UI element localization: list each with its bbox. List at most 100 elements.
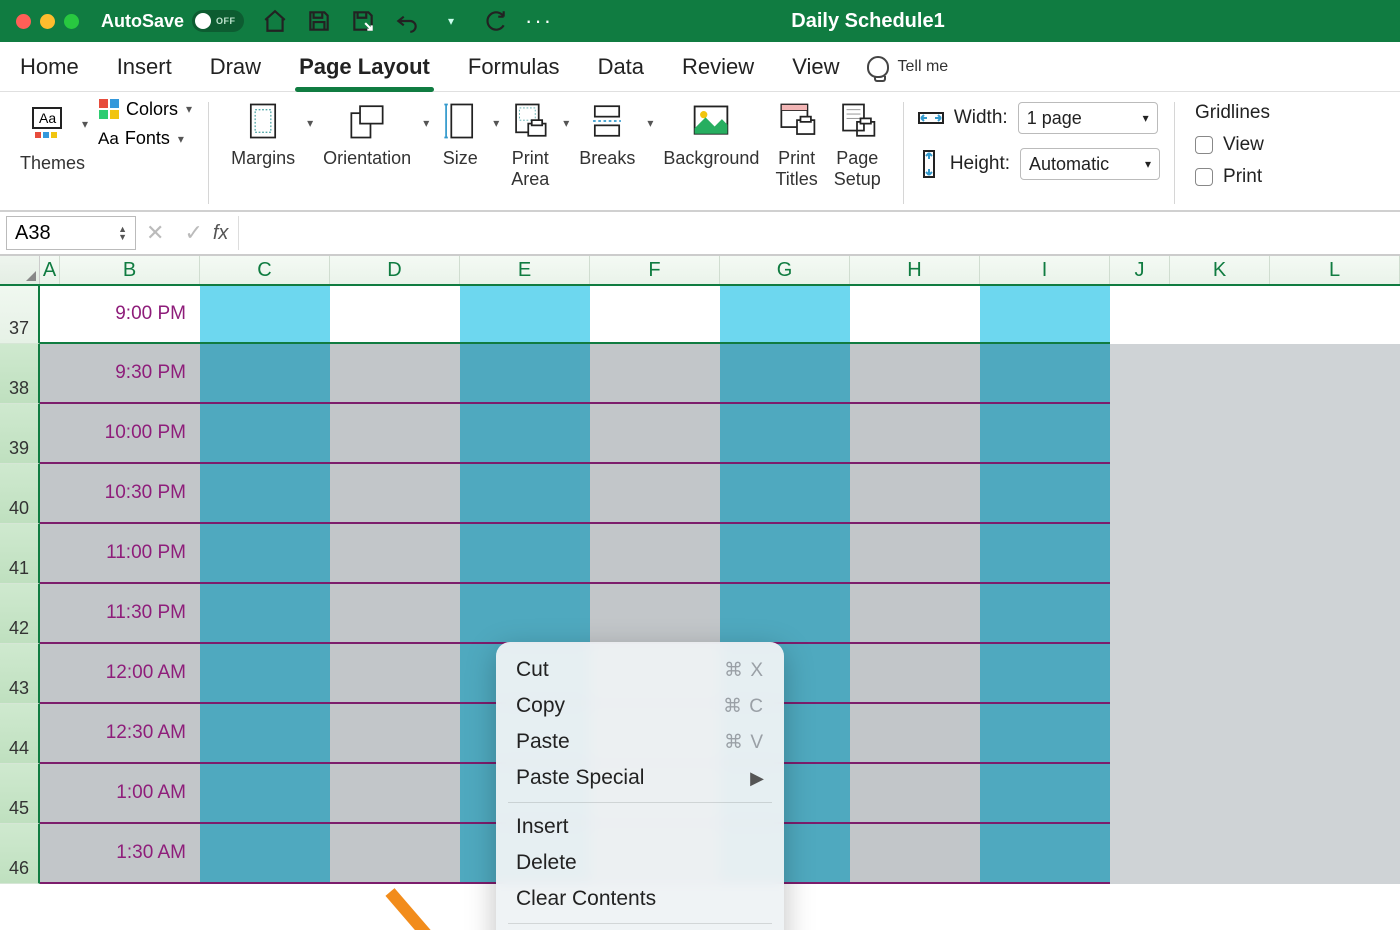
col-header-C[interactable]: C [200,256,330,284]
time-cell[interactable]: 12:30 AM [60,704,200,762]
quick-access-toolbar: ▾ ··· [262,8,552,34]
row-header[interactable]: 44 [0,704,40,764]
size-button[interactable]: Size [433,98,487,171]
menu-insert[interactable]: Insert [496,809,784,845]
col-header-G[interactable]: G [720,256,850,284]
row-header[interactable]: 42 [0,584,40,644]
scale-to-fit-group: Width: 1 page▾ Height: Automatic▾ [910,98,1168,208]
more-icon[interactable]: ··· [526,8,552,34]
themes-button[interactable]: Aa [20,101,74,147]
home-icon[interactable] [262,8,288,34]
formula-bar: A38 ▲▼ ✕ ✓ fx [0,212,1400,256]
row-header[interactable]: 38 [0,344,40,404]
menu-delete[interactable]: Delete [496,845,784,881]
select-all-corner[interactable] [0,256,40,284]
tab-insert[interactable]: Insert [107,48,182,86]
annotation-arrow [380,882,540,930]
col-header-A[interactable]: A [40,256,60,284]
background-button[interactable]: Background [657,98,765,171]
breaks-button[interactable]: Breaks [573,98,641,171]
tab-formulas[interactable]: Formulas [458,48,570,86]
undo-dropdown-icon[interactable]: ▾ [438,8,464,34]
col-header-H[interactable]: H [850,256,980,284]
tab-home[interactable]: Home [10,48,89,86]
col-header-K[interactable]: K [1170,256,1270,284]
table-row[interactable]: 39 10:00 PM [0,404,1400,464]
formula-input[interactable] [238,216,1400,250]
autosave-toggle[interactable]: AutoSave OFF [101,10,244,32]
themes-label: Themes [20,153,85,174]
time-cell[interactable]: 10:00 PM [60,404,200,462]
row-header[interactable]: 37 [0,286,40,344]
ribbon-tabs: Home Insert Draw Page Layout Formulas Da… [0,42,1400,92]
svg-text:Aa: Aa [39,110,56,126]
menu-paste[interactable]: Paste⌘ V [496,724,784,760]
save-icon[interactable] [306,8,332,34]
tab-page-layout[interactable]: Page Layout [289,48,440,86]
tab-review[interactable]: Review [672,48,764,86]
table-row[interactable]: 41 11:00 PM [0,524,1400,584]
table-row[interactable]: 38 9:30 PM [0,344,1400,404]
table-row[interactable]: 40 10:30 PM [0,464,1400,524]
minimize-window-button[interactable] [40,14,55,29]
row-header[interactable]: 43 [0,644,40,704]
col-header-B[interactable]: B [60,256,200,284]
close-window-button[interactable] [16,14,31,29]
tab-view[interactable]: View [782,48,849,86]
table-row[interactable]: 42 11:30 PM [0,584,1400,644]
bulb-icon [867,56,889,78]
undo-icon[interactable] [394,8,420,34]
menu-copy[interactable]: Copy⌘ C [496,688,784,724]
time-cell[interactable]: 1:00 AM [60,764,200,822]
tab-data[interactable]: Data [588,48,654,86]
width-label: Width: [954,107,1008,129]
col-header-J[interactable]: J [1110,256,1170,284]
time-cell[interactable]: 9:30 PM [60,344,200,402]
dropdown-icon[interactable]: ▾ [82,117,88,131]
row-header[interactable]: 41 [0,524,40,584]
time-cell[interactable]: 1:30 AM [60,824,200,882]
width-select[interactable]: 1 page▾ [1018,102,1158,134]
gridlines-view-checkbox[interactable]: View [1195,134,1270,156]
col-header-F[interactable]: F [590,256,720,284]
col-header-D[interactable]: D [330,256,460,284]
row-header[interactable]: 40 [0,464,40,524]
time-cell[interactable]: 10:30 PM [60,464,200,522]
ribbon: Aa ▾ Colors▾ Aa Fonts▾ Themes Margins ▾ [0,92,1400,212]
menu-cut[interactable]: Cut⌘ X [496,652,784,688]
time-cell[interactable]: 11:30 PM [60,584,200,642]
menu-paste-special[interactable]: Paste Special▶ [496,760,784,796]
print-titles-button[interactable]: Print Titles [769,98,823,192]
cancel-icon[interactable]: ✕ [146,220,164,246]
tell-me-search[interactable]: Tell me [867,56,948,78]
gridlines-group: Gridlines View Print [1181,98,1270,208]
row-header[interactable]: 45 [0,764,40,824]
col-header-L[interactable]: L [1270,256,1400,284]
time-cell[interactable]: 9:00 PM [60,286,200,342]
save-as-icon[interactable] [350,8,376,34]
autosave-label: AutoSave [101,11,184,32]
fx-icon[interactable]: fx [213,222,229,245]
maximize-window-button[interactable] [64,14,79,29]
document-title: Daily Schedule1 [791,10,944,33]
colors-button[interactable]: Colors▾ [98,98,192,120]
time-cell[interactable]: 11:00 PM [60,524,200,582]
row-header[interactable]: 46 [0,824,40,884]
row-header[interactable]: 39 [0,404,40,464]
name-box[interactable]: A38 ▲▼ [6,216,136,250]
col-header-E[interactable]: E [460,256,590,284]
fonts-button[interactable]: Aa Fonts▾ [98,128,192,149]
redo-icon[interactable] [482,8,508,34]
time-cell[interactable]: 12:00 AM [60,644,200,702]
width-icon [918,107,944,129]
gridlines-print-checkbox[interactable]: Print [1195,166,1270,188]
print-area-button[interactable]: Print Area [503,98,557,192]
margins-button[interactable]: Margins [225,98,301,171]
page-setup-button[interactable]: Page Setup [828,98,887,192]
height-select[interactable]: Automatic▾ [1020,148,1160,180]
table-row[interactable]: 37 9:00 PM [0,286,1400,344]
orientation-button[interactable]: Orientation [317,98,417,171]
col-header-I[interactable]: I [980,256,1110,284]
enter-icon[interactable]: ✓ [184,220,202,246]
tab-draw[interactable]: Draw [200,48,271,86]
